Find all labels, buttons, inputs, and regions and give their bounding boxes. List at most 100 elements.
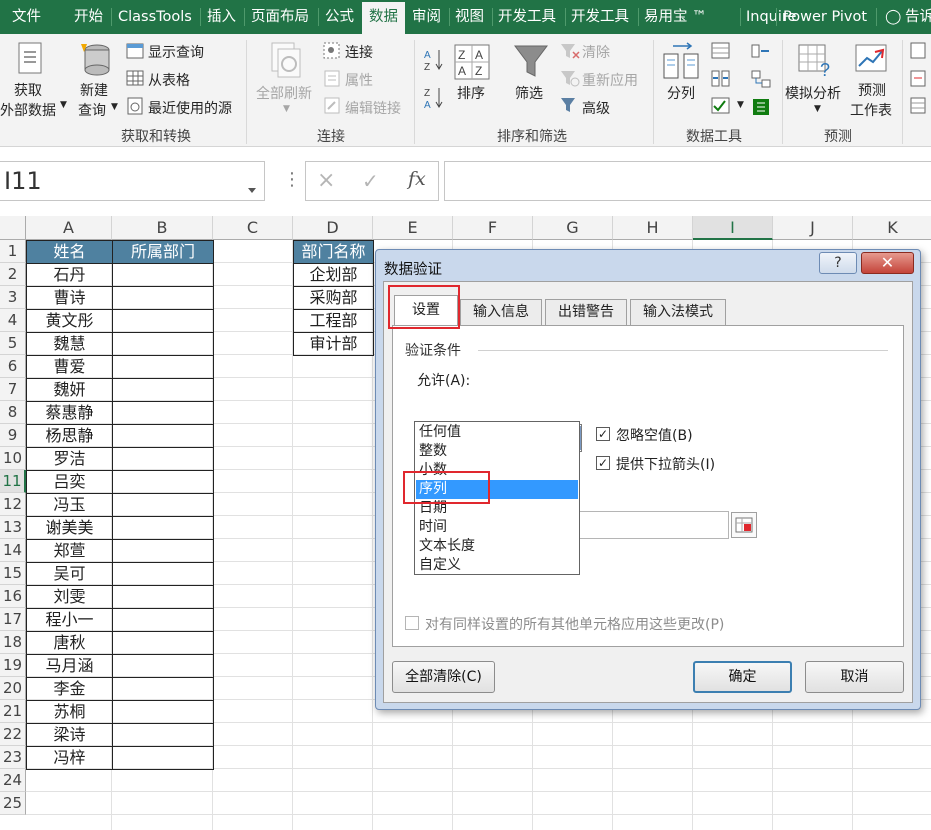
- row-header[interactable]: 13: [0, 516, 26, 539]
- insert-function-icon[interactable]: fx: [408, 168, 426, 190]
- row-header[interactable]: 19: [0, 654, 26, 677]
- name-cell[interactable]: 黄文彤: [26, 309, 113, 333]
- department-cell[interactable]: [112, 263, 214, 287]
- name-cell[interactable]: 李金: [26, 677, 113, 701]
- row-header[interactable]: 10: [0, 447, 26, 470]
- department-cell[interactable]: [112, 332, 214, 356]
- help-icon[interactable]: ?: [819, 252, 857, 274]
- recent-sources-button[interactable]: 最近使用的源: [148, 98, 232, 118]
- row-header[interactable]: 15: [0, 562, 26, 585]
- new-query-line1[interactable]: 新建: [80, 80, 108, 100]
- get-external-data-line1[interactable]: 获取: [14, 80, 42, 100]
- tab-formulas[interactable]: 公式: [325, 0, 354, 34]
- header-cell-department[interactable]: 所属部门: [112, 240, 214, 264]
- advanced-button[interactable]: 高级: [582, 98, 610, 118]
- forecast-sheet-line1[interactable]: 预测: [858, 80, 886, 100]
- department-cell[interactable]: [112, 309, 214, 333]
- tab-view[interactable]: 视图: [455, 0, 484, 34]
- row-header[interactable]: 23: [0, 746, 26, 769]
- option-any-value[interactable]: 任何值: [416, 423, 578, 442]
- option-custom[interactable]: 自定义: [416, 556, 578, 575]
- department-cell[interactable]: [112, 539, 214, 563]
- column-header[interactable]: B: [112, 216, 213, 240]
- tab-file[interactable]: 文件: [12, 0, 41, 34]
- row-header[interactable]: 5: [0, 332, 26, 355]
- tab-home[interactable]: 开始: [74, 0, 103, 34]
- row-header[interactable]: 18: [0, 631, 26, 654]
- department-cell[interactable]: [112, 470, 214, 494]
- column-header[interactable]: J: [773, 216, 853, 240]
- apply-all-checkbox[interactable]: [405, 616, 419, 630]
- department-cell[interactable]: [112, 677, 214, 701]
- forecast-sheet-line2[interactable]: 工作表: [850, 100, 892, 120]
- row-header[interactable]: 6: [0, 355, 26, 378]
- new-query-line2[interactable]: 查询: [78, 100, 106, 120]
- tab-error-alert[interactable]: 出错警告: [545, 299, 627, 325]
- department-cell[interactable]: [112, 424, 214, 448]
- department-cell[interactable]: [112, 631, 214, 655]
- apply-all-label[interactable]: 对有同样设置的所有其他单元格应用这些更改(P): [425, 614, 724, 634]
- collapse-dialog-icon[interactable]: [731, 512, 757, 538]
- source-input[interactable]: [577, 511, 729, 539]
- department-name-cell[interactable]: 采购部: [293, 286, 374, 310]
- department-cell[interactable]: [112, 516, 214, 540]
- name-cell[interactable]: 谢美美: [26, 516, 113, 540]
- cancel-icon[interactable]: ×: [317, 168, 335, 193]
- formula-input[interactable]: [444, 161, 931, 201]
- select-all-corner[interactable]: [0, 216, 26, 240]
- name-box-value[interactable]: I11: [4, 167, 42, 195]
- show-queries-button[interactable]: 显示查询: [148, 42, 204, 62]
- clear-all-button[interactable]: 全部清除(C): [392, 661, 495, 693]
- department-cell[interactable]: [112, 355, 214, 379]
- row-header[interactable]: 16: [0, 585, 26, 608]
- row-header[interactable]: 12: [0, 493, 26, 516]
- column-header[interactable]: E: [373, 216, 453, 240]
- department-cell[interactable]: [112, 723, 214, 747]
- name-cell[interactable]: 曹爱: [26, 355, 113, 379]
- row-header[interactable]: 17: [0, 608, 26, 631]
- column-header[interactable]: C: [213, 216, 293, 240]
- name-cell[interactable]: 吕奕: [26, 470, 113, 494]
- row-header[interactable]: 24: [0, 769, 26, 792]
- name-cell[interactable]: 魏妍: [26, 378, 113, 402]
- clear-button[interactable]: 清除: [582, 42, 610, 62]
- department-cell[interactable]: [112, 493, 214, 517]
- tell-me-icon[interactable]: ◯: [885, 0, 901, 34]
- name-cell[interactable]: 冯玉: [26, 493, 113, 517]
- what-if-analysis-button[interactable]: 模拟分析: [785, 83, 841, 103]
- name-cell[interactable]: 石丹: [26, 263, 113, 287]
- refresh-all-button[interactable]: 全部刷新: [256, 83, 312, 103]
- column-header[interactable]: K: [853, 216, 931, 240]
- name-cell[interactable]: 梁诗: [26, 723, 113, 747]
- row-header[interactable]: 25: [0, 792, 26, 815]
- name-cell[interactable]: 刘雯: [26, 585, 113, 609]
- tab-review[interactable]: 审阅: [412, 0, 441, 34]
- department-cell[interactable]: [112, 401, 214, 425]
- department-name-cell[interactable]: 企划部: [293, 263, 374, 287]
- name-cell[interactable]: 吴可: [26, 562, 113, 586]
- sort-button[interactable]: 排序: [457, 83, 485, 103]
- ok-button[interactable]: 确定: [693, 661, 792, 693]
- name-cell[interactable]: 唐秋: [26, 631, 113, 655]
- get-external-data-line2[interactable]: 外部数据: [0, 100, 56, 120]
- department-cell[interactable]: [112, 447, 214, 471]
- header-cell-department-name[interactable]: 部门名称: [293, 240, 374, 264]
- name-box[interactable]: I11: [0, 161, 265, 201]
- row-header[interactable]: 11: [0, 470, 26, 493]
- row-header[interactable]: 2: [0, 263, 26, 286]
- name-cell[interactable]: 郑萱: [26, 539, 113, 563]
- tab-easy-tools[interactable]: 易用宝 ™: [644, 0, 707, 34]
- tab-page-layout[interactable]: 页面布局: [251, 0, 309, 34]
- enter-icon[interactable]: ✓: [362, 169, 379, 193]
- option-text-length[interactable]: 文本长度: [416, 537, 578, 556]
- column-header[interactable]: H: [613, 216, 693, 240]
- name-cell[interactable]: 马月涵: [26, 654, 113, 678]
- tab-data[interactable]: 数据: [362, 2, 405, 34]
- name-cell[interactable]: 曹诗: [26, 286, 113, 310]
- department-cell[interactable]: [112, 585, 214, 609]
- name-cell[interactable]: 杨思静: [26, 424, 113, 448]
- tab-input-message[interactable]: 输入信息: [460, 299, 542, 325]
- row-header[interactable]: 7: [0, 378, 26, 401]
- in-cell-dropdown-checkbox[interactable]: ✓: [596, 456, 610, 470]
- name-cell[interactable]: 苏桐: [26, 700, 113, 724]
